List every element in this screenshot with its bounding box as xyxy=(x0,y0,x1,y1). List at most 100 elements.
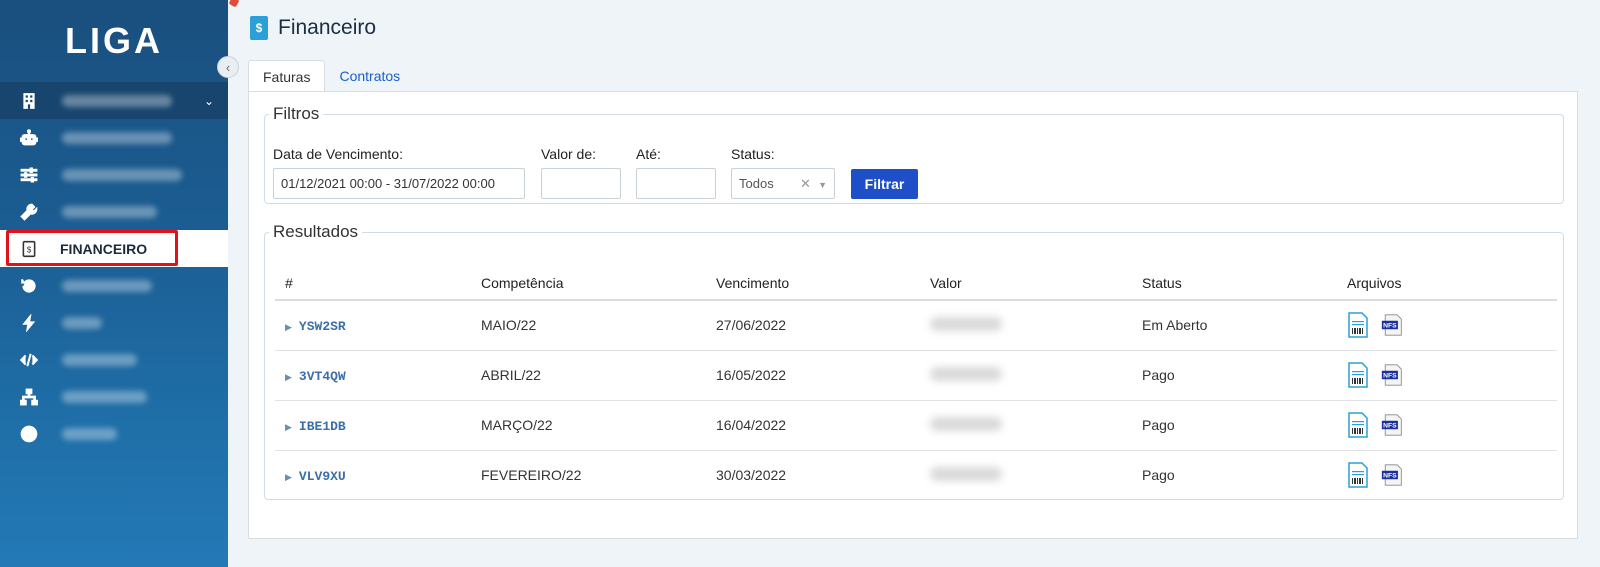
valor-cell xyxy=(930,450,1142,500)
status-cell: Pago xyxy=(1142,467,1175,484)
table-row: ▶ IBE1DB MARÇO/22 16/04/2022 Pago NFS xyxy=(275,400,1557,451)
logo[interactable]: LIGA xyxy=(0,0,240,82)
bolt-icon xyxy=(18,312,40,334)
invoice-id[interactable]: YSW2SR xyxy=(299,319,346,334)
column-header: # xyxy=(275,266,481,301)
sitemap-icon xyxy=(18,386,40,408)
logo-text: LIGA xyxy=(65,20,163,61)
expand-icon[interactable]: ▶ xyxy=(285,422,292,432)
column-header: Arquivos xyxy=(1347,266,1557,301)
vencimento-cell: 30/03/2022 xyxy=(716,467,787,484)
sidebar-item-settings[interactable] xyxy=(0,156,228,193)
status-select-value: Todos xyxy=(739,176,774,191)
sidebar-collapse-button[interactable]: ‹ xyxy=(217,56,239,78)
tabs: Faturas Contratos xyxy=(248,60,414,92)
nfs-icon[interactable]: NFS xyxy=(1381,312,1403,338)
sidebar-item-label xyxy=(62,94,172,107)
redacted-value xyxy=(930,466,1002,481)
valor-cell xyxy=(930,350,1142,401)
sidebar-item-company[interactable]: ⌄ xyxy=(0,82,228,119)
robot-icon xyxy=(18,127,40,149)
boleto-icon[interactable] xyxy=(1347,362,1369,388)
redacted-value xyxy=(930,316,1002,331)
sidebar-item-help[interactable] xyxy=(0,415,228,452)
ate-input[interactable] xyxy=(636,168,716,199)
table-row: ▶ YSW2SR MAIO/22 27/06/2022 Em Aberto NFS xyxy=(275,300,1557,351)
tab-panel: Filtros Data de Vencimento: 01/12/2021 0… xyxy=(248,91,1578,539)
ate-label: Até: xyxy=(636,146,661,162)
status-select[interactable]: Todos ✕ ▼ xyxy=(731,168,835,199)
competencia-cell: MAIO/22 xyxy=(481,300,716,351)
boleto-icon[interactable] xyxy=(1347,312,1369,338)
files-cell: NFS xyxy=(1347,400,1557,451)
due-date-input[interactable]: 01/12/2021 00:00 - 31/07/2022 00:00 xyxy=(273,168,525,199)
status-label: Status: xyxy=(731,146,775,162)
wrench-icon xyxy=(18,201,40,223)
results-panel: Resultados # Competência Vencimento Valo… xyxy=(264,222,1564,500)
valor-de-label: Valor de: xyxy=(541,146,596,162)
invoice-id[interactable]: IBE1DB xyxy=(299,419,346,434)
sidebar-item-code[interactable] xyxy=(0,341,228,378)
sidebar-item-label xyxy=(62,316,102,329)
tab-contratos[interactable]: Contratos xyxy=(325,60,414,92)
expand-icon[interactable]: ▶ xyxy=(285,372,292,382)
valor-cell xyxy=(930,400,1142,451)
files-cell: NFS xyxy=(1347,450,1557,500)
vencimento-cell: 16/05/2022 xyxy=(716,350,930,401)
boleto-icon[interactable] xyxy=(1347,412,1369,438)
invoice-icon: $ xyxy=(18,238,40,260)
question-icon xyxy=(18,423,40,445)
sidebar-item-label: FINANCEIRO xyxy=(60,240,148,257)
status-cell: Em Aberto xyxy=(1142,300,1347,351)
column-header: Vencimento xyxy=(716,266,930,301)
sidebar-item-history[interactable] xyxy=(0,267,228,304)
expand-icon[interactable]: ▶ xyxy=(285,322,292,332)
clear-icon[interactable]: ✕ xyxy=(800,176,811,191)
vencimento-cell: 16/04/2022 xyxy=(716,400,930,451)
filters-panel: Filtros Data de Vencimento: 01/12/2021 0… xyxy=(264,104,1564,204)
nfs-icon[interactable]: NFS xyxy=(1381,362,1403,388)
redacted-value xyxy=(930,416,1002,431)
filter-button[interactable]: Filtrar xyxy=(851,169,918,199)
boleto-icon[interactable] xyxy=(1347,462,1369,488)
due-date-group: Data de Vencimento: 01/12/2021 00:00 - 3… xyxy=(273,146,525,199)
sidebar-item-financeiro[interactable]: $ FINANCEIRO xyxy=(0,230,228,267)
redacted-value xyxy=(930,366,1002,381)
invoice-icon: $ xyxy=(250,16,268,40)
sidebar-item-network[interactable] xyxy=(0,378,228,415)
sidebar-item-label xyxy=(62,205,157,218)
code-icon xyxy=(18,349,40,371)
tab-faturas[interactable]: Faturas xyxy=(248,60,326,92)
chevron-down-icon[interactable]: ⌄ xyxy=(204,94,214,108)
invoice-id[interactable]: 3VT4QW xyxy=(299,369,346,384)
table-header-row: # Competência Vencimento Valor Status Ar… xyxy=(275,266,1557,301)
sidebar-item-tools[interactable] xyxy=(0,193,228,230)
expand-icon[interactable]: ▶ xyxy=(285,472,292,482)
status-group: Status: Todos ✕ ▼ xyxy=(731,146,835,199)
page-header: $ Financeiro xyxy=(250,16,376,40)
column-header: Valor xyxy=(930,266,1142,301)
caret-down-icon[interactable]: ▼ xyxy=(818,180,827,190)
competencia-cell: MARÇO/22 xyxy=(481,400,716,451)
nfs-icon[interactable]: NFS xyxy=(1381,462,1403,488)
page-title: Financeiro xyxy=(278,16,377,39)
nfs-icon[interactable]: NFS xyxy=(1381,412,1403,438)
status-cell: Pago xyxy=(1142,350,1347,401)
sidebar-item-label xyxy=(62,279,152,292)
valor-de-input[interactable] xyxy=(541,168,621,199)
svg-text:$: $ xyxy=(27,245,32,254)
sidebar-item-label xyxy=(62,353,137,366)
sidebar-item-label xyxy=(62,131,172,144)
invoice-id[interactable]: VLV9XU xyxy=(299,469,346,484)
sidebar-item-label xyxy=(62,427,117,440)
files-cell: NFS xyxy=(1347,300,1557,351)
files-cell: NFS xyxy=(1347,350,1557,401)
nfs-label: NFS xyxy=(1383,473,1397,480)
table-row: ▶ 3VT4QW ABRIL/22 16/05/2022 Pago NFS xyxy=(275,350,1557,401)
vencimento-cell: 27/06/2022 xyxy=(716,300,930,351)
competencia-cell: FEVEREIRO/22 xyxy=(481,467,582,484)
sidebar: LIGA ⌄ $ FINANCEIRO xyxy=(0,0,240,567)
column-header: Competência xyxy=(481,266,716,301)
sidebar-item-actions[interactable] xyxy=(0,304,228,341)
sidebar-item-bot[interactable] xyxy=(0,119,228,156)
